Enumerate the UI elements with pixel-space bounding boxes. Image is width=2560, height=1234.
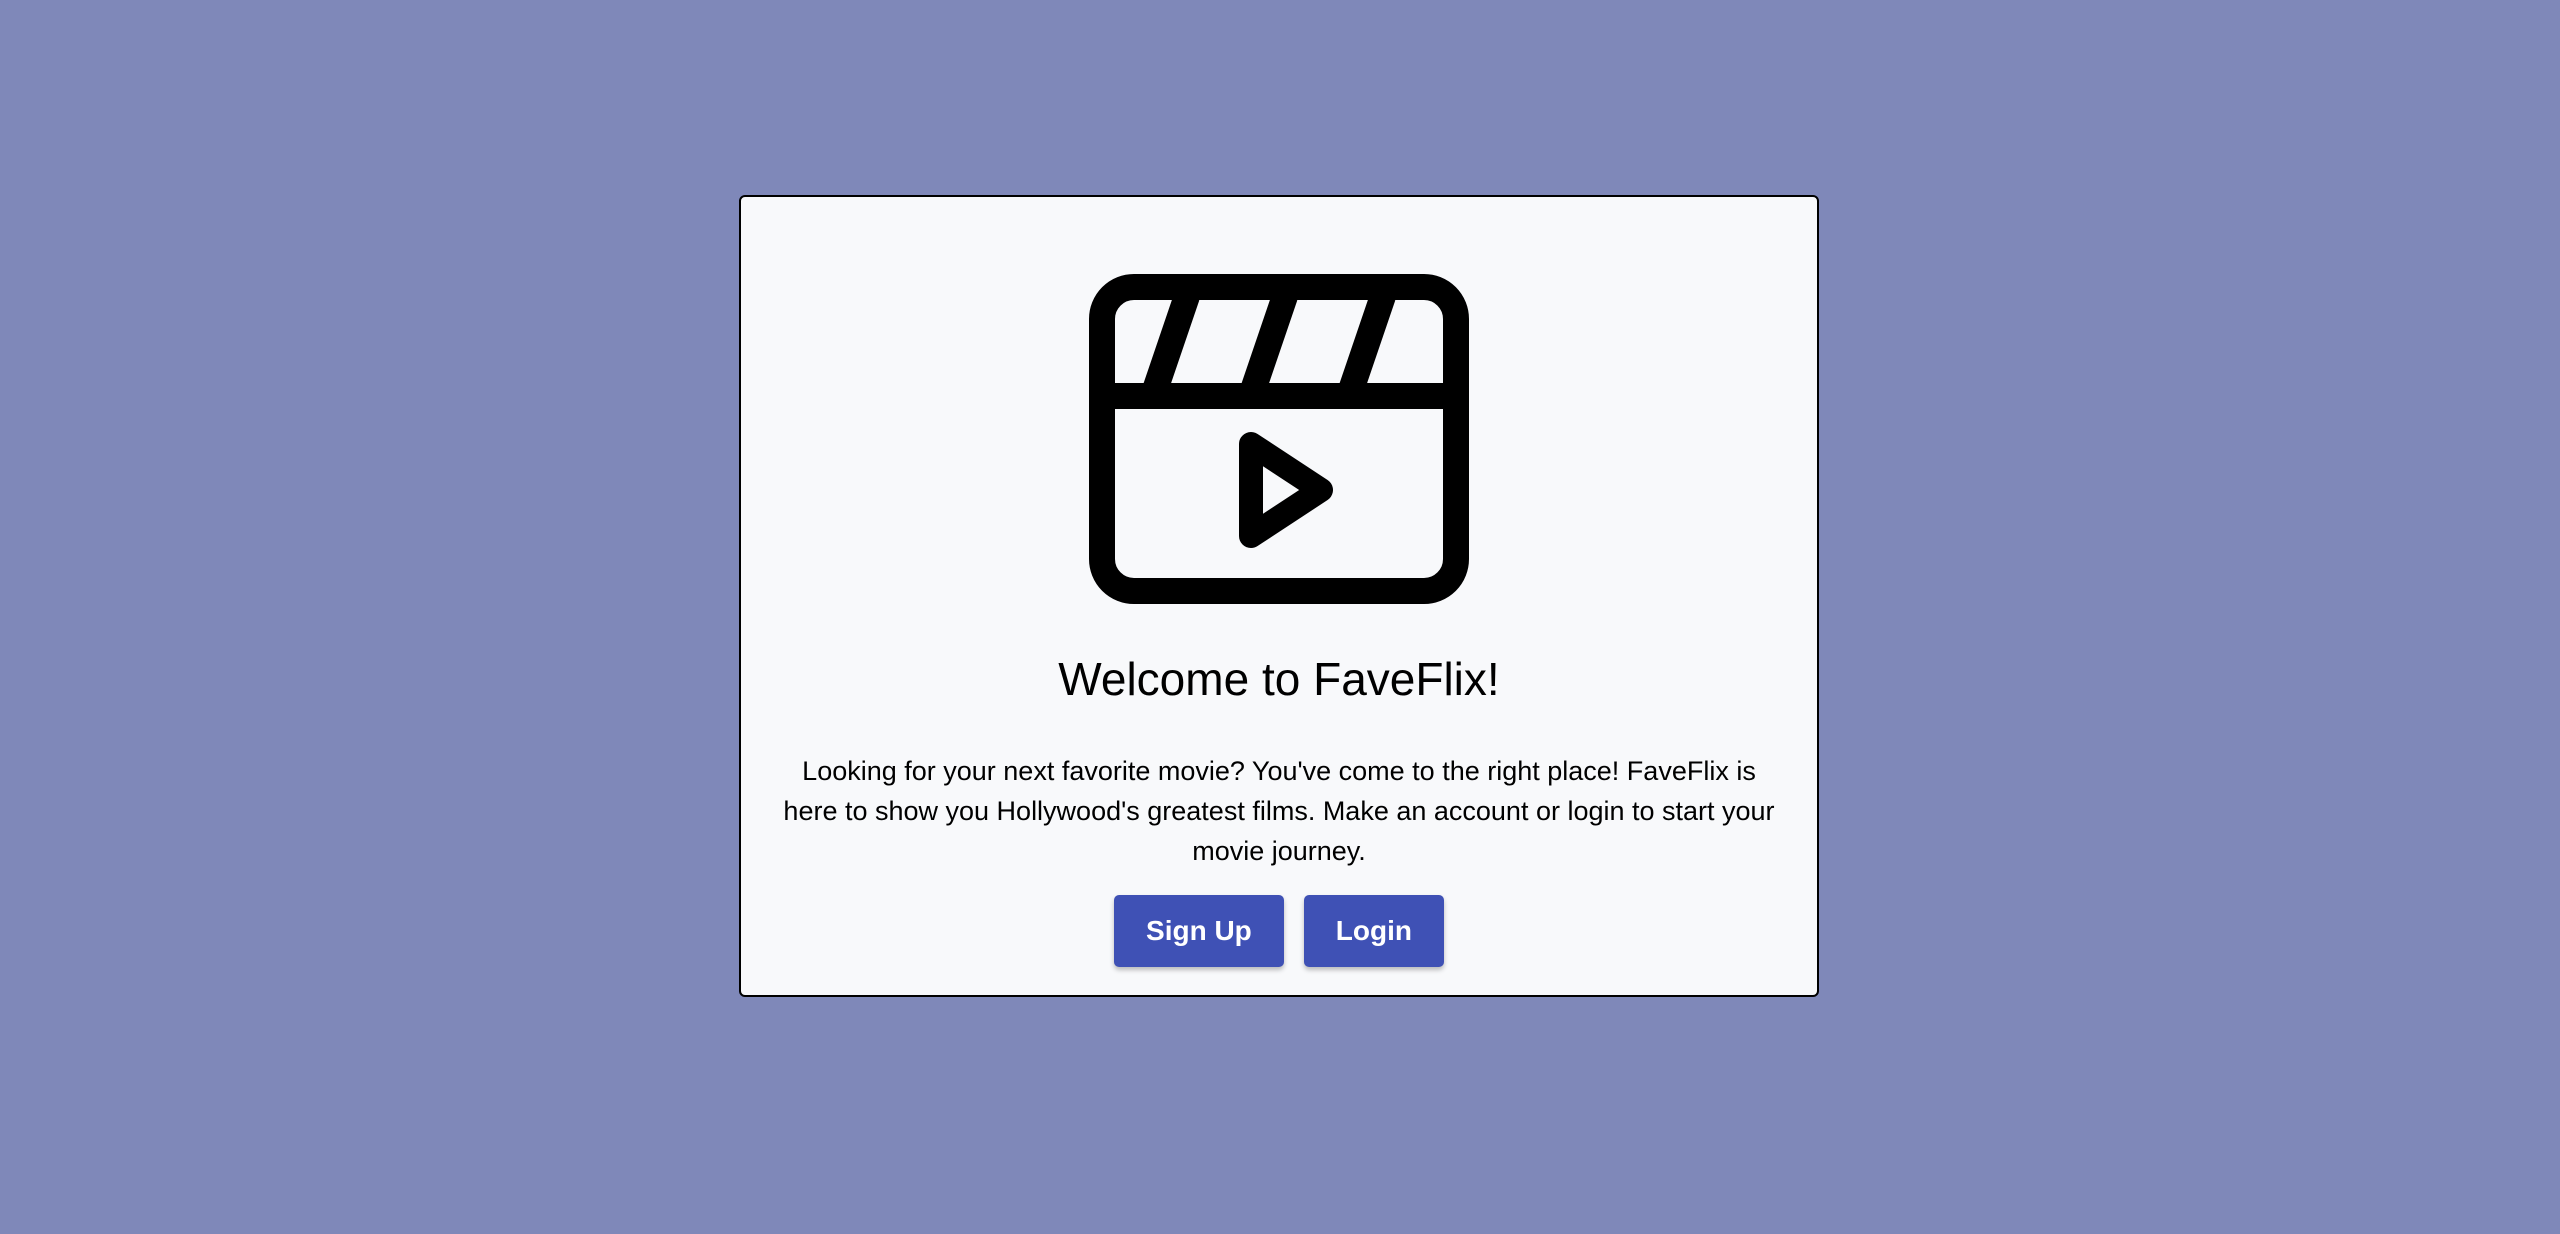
sign-up-button[interactable]: Sign Up (1114, 895, 1284, 968)
clapperboard-icon (1089, 274, 1469, 604)
page-title: Welcome to FaveFlix! (1058, 653, 1500, 705)
auth-actions: Sign Up Login (1114, 895, 1444, 968)
welcome-card: Welcome to FaveFlix! Looking for your ne… (739, 195, 1819, 997)
login-button[interactable]: Login (1303, 895, 1444, 968)
welcome-description: Looking for your next favorite movie? Yo… (783, 756, 1775, 867)
